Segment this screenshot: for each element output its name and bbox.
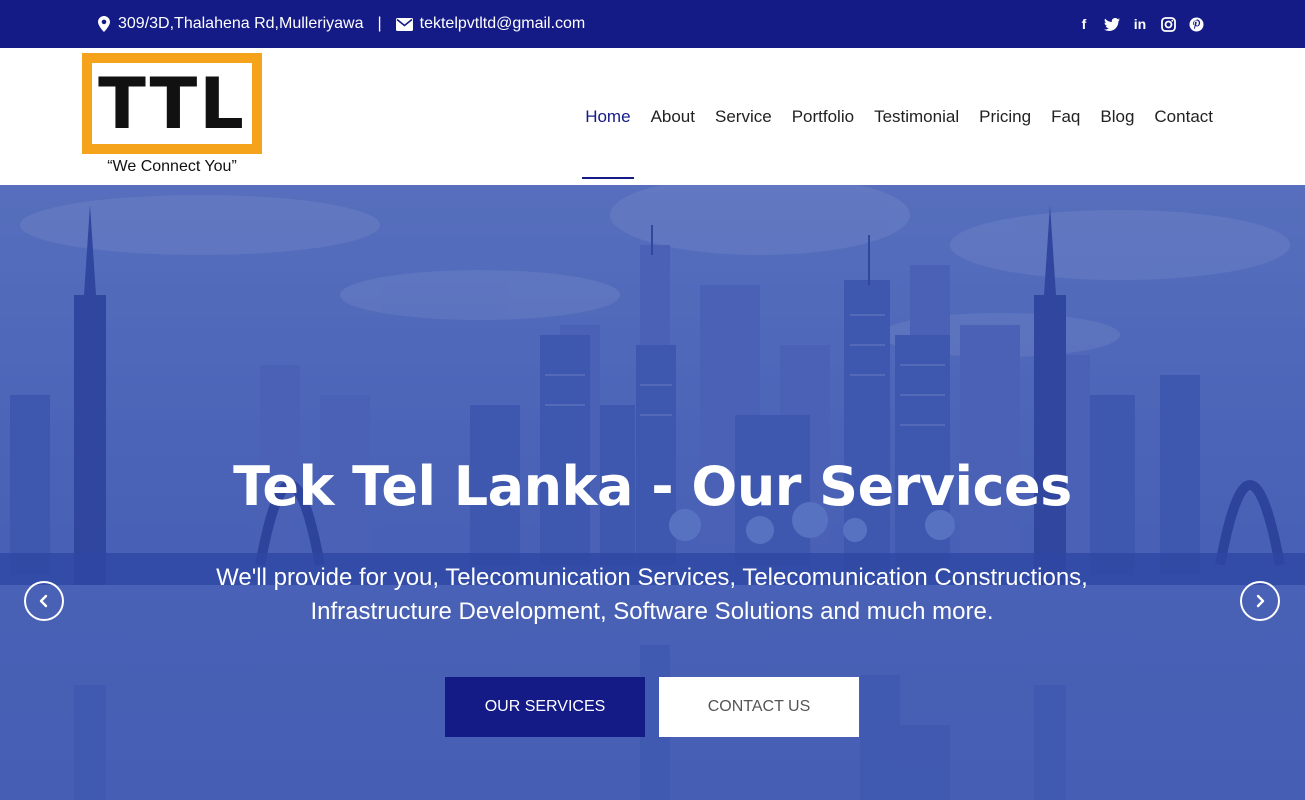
instagram-icon[interactable] bbox=[1159, 15, 1177, 33]
nav-service[interactable]: Service bbox=[715, 97, 772, 137]
info-separator: | bbox=[377, 15, 382, 32]
nav-faq[interactable]: Faq bbox=[1051, 97, 1080, 137]
contact-info: 309/3D,Thalahena Rd,Mulleriyawa | tektel… bbox=[96, 0, 585, 48]
social-links: f in bbox=[1075, 0, 1205, 48]
main-nav: Home About Service Portfolio Testimonial… bbox=[565, 48, 1213, 185]
nav-contact[interactable]: Contact bbox=[1154, 97, 1213, 137]
hero-title: Tek Tel Lanka - Our Services bbox=[233, 455, 1072, 518]
slider-prev-button[interactable] bbox=[24, 581, 64, 621]
envelope-icon bbox=[396, 16, 414, 32]
hero-slider: Tek Tel Lanka - Our Services We'll provi… bbox=[0, 185, 1305, 800]
map-marker-icon bbox=[96, 16, 112, 32]
nav-home[interactable]: Home bbox=[582, 97, 634, 179]
hero-subtitle-line-2: Infrastructure Development, Software Sol… bbox=[310, 598, 994, 625]
hero-subtitle: We'll provide for you, Telecomunication … bbox=[152, 561, 1152, 629]
site-header: TTL “We Connect You” Home About Service … bbox=[0, 48, 1305, 185]
nav-blog[interactable]: Blog bbox=[1100, 97, 1134, 137]
twitter-icon[interactable] bbox=[1103, 15, 1121, 33]
contact-us-button[interactable]: CONTACT US bbox=[659, 677, 859, 737]
linkedin-icon[interactable]: in bbox=[1131, 15, 1149, 33]
pinterest-icon[interactable] bbox=[1187, 15, 1205, 33]
nav-portfolio[interactable]: Portfolio bbox=[792, 97, 854, 137]
nav-testimonial[interactable]: Testimonial bbox=[874, 97, 959, 137]
nav-about[interactable]: About bbox=[651, 97, 695, 137]
nav-pricing[interactable]: Pricing bbox=[979, 97, 1031, 137]
chevron-left-icon bbox=[39, 594, 48, 608]
address-text: 309/3D,Thalahena Rd,Mulleriyawa bbox=[118, 15, 364, 32]
chevron-right-icon bbox=[1256, 594, 1265, 608]
slider-next-button[interactable] bbox=[1240, 581, 1280, 621]
facebook-icon[interactable]: f bbox=[1075, 15, 1093, 33]
logo-text: TTL bbox=[98, 62, 246, 145]
logo[interactable]: TTL bbox=[82, 53, 262, 154]
top-info-bar: 309/3D,Thalahena Rd,Mulleriyawa | tektel… bbox=[0, 0, 1305, 48]
hero-subtitle-line-1: We'll provide for you, Telecomunication … bbox=[216, 564, 1088, 591]
email-link[interactable]: tektelpvtltd@gmail.com bbox=[420, 15, 586, 33]
our-services-button[interactable]: OUR SERVICES bbox=[445, 677, 645, 737]
logo-tagline: “We Connect You” bbox=[107, 158, 237, 175]
